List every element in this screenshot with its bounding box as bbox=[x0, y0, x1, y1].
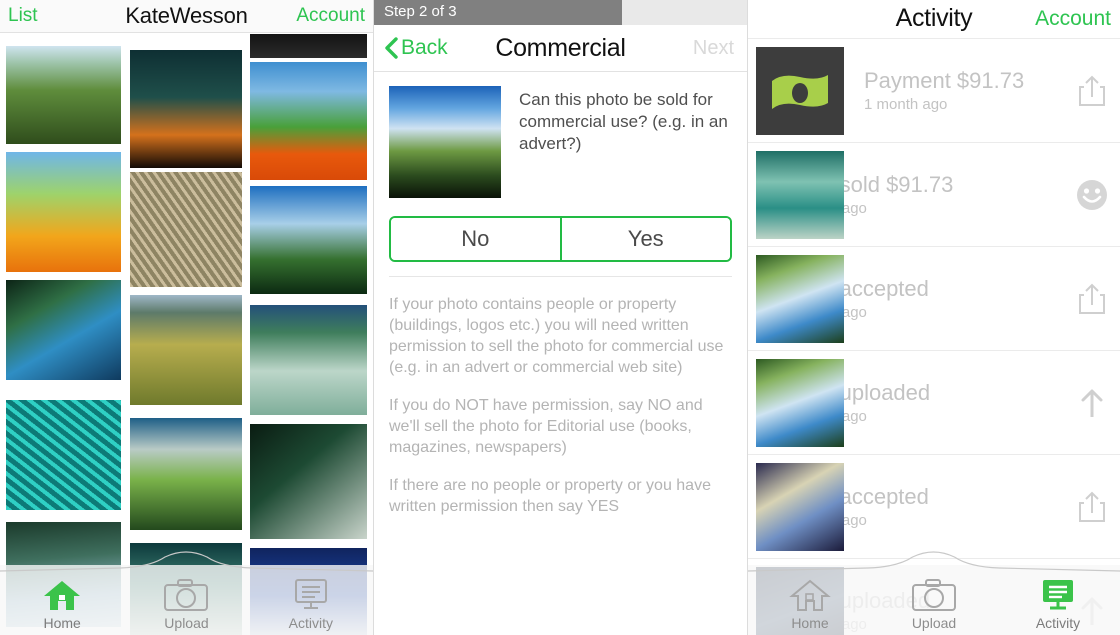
camera-icon bbox=[912, 579, 956, 611]
commercial-choice-segmented-control: No Yes bbox=[389, 216, 732, 262]
activity-header: Activity Account bbox=[748, 0, 1120, 37]
activity-list[interactable]: Payment $91.73 1 month ago Photo sold $9… bbox=[748, 38, 1120, 635]
list-item-time: 1 month ago bbox=[864, 96, 948, 113]
list-item[interactable]: Photo accepted 3 months ago bbox=[748, 246, 1120, 350]
tab-upload[interactable]: Upload bbox=[124, 565, 248, 635]
tab-label: Activity bbox=[288, 615, 333, 631]
help-paragraph: If there are no people or property or yo… bbox=[389, 477, 711, 515]
yes-button[interactable]: Yes bbox=[559, 218, 730, 260]
photo-tile[interactable] bbox=[250, 34, 367, 58]
back-button[interactable]: Back bbox=[384, 36, 448, 60]
activity-icon bbox=[294, 579, 327, 609]
form-body: Can this photo be sold for commercial us… bbox=[374, 72, 747, 517]
right-panel-activity: Activity Account Payment $91.73 1 month … bbox=[747, 0, 1120, 635]
tab-home[interactable]: Home bbox=[0, 565, 124, 635]
list-item-title: Payment $91.73 bbox=[864, 68, 1025, 93]
nav-bar: Back Commercial Next bbox=[374, 25, 747, 72]
left-tabbar: Home Upload Activity bbox=[0, 565, 373, 635]
tab-activity[interactable]: Activity bbox=[249, 565, 373, 635]
no-button[interactable]: No bbox=[391, 218, 560, 260]
photo-tile[interactable] bbox=[250, 305, 367, 415]
photo-tile[interactable] bbox=[6, 400, 121, 510]
share-icon[interactable] bbox=[1064, 74, 1120, 108]
next-button[interactable]: Next bbox=[693, 37, 734, 60]
list-item[interactable]: Photo uploaded 3 months ago bbox=[748, 350, 1120, 454]
tab-label: Activity bbox=[1035, 615, 1081, 631]
photo-tile[interactable] bbox=[250, 62, 367, 180]
home-icon bbox=[789, 579, 831, 611]
photo-thumbnail[interactable] bbox=[389, 86, 501, 198]
photo-tile[interactable] bbox=[6, 46, 121, 144]
activity-icon bbox=[1043, 580, 1073, 610]
smiley-icon[interactable] bbox=[1064, 178, 1120, 212]
share-icon[interactable] bbox=[1064, 490, 1120, 524]
step-progress-bar: Step 2 of 3 bbox=[374, 0, 747, 25]
help-paragraph: If your photo contains people or propert… bbox=[389, 296, 724, 376]
photo-thumbnail[interactable] bbox=[756, 150, 844, 239]
home-icon bbox=[44, 581, 81, 610]
step-label: Step 2 of 3 bbox=[384, 3, 457, 20]
chevron-left-icon bbox=[385, 37, 398, 59]
divider bbox=[389, 276, 732, 277]
middle-panel-commercial-form: Step 2 of 3 Back Commercial Next Can thi… bbox=[373, 0, 747, 635]
list-item-text: Payment $91.73 1 month ago bbox=[864, 68, 1064, 113]
photo-thumbnail[interactable] bbox=[756, 254, 844, 343]
list-button[interactable]: List bbox=[8, 5, 38, 27]
photo-tile[interactable] bbox=[6, 152, 121, 272]
photo-tile[interactable] bbox=[130, 50, 242, 168]
back-label: Back bbox=[401, 36, 448, 59]
list-item[interactable]: Payment $91.73 1 month ago bbox=[748, 38, 1120, 142]
photo-tile[interactable] bbox=[250, 186, 367, 294]
photo-tile[interactable] bbox=[250, 424, 367, 539]
photo-grid[interactable] bbox=[0, 0, 373, 635]
list-item[interactable]: Photo sold $91.73 2 months ago bbox=[748, 142, 1120, 246]
photo-tile[interactable] bbox=[130, 172, 242, 287]
three-panel-screenshot: List KateWesson Account Home Upload Acti… bbox=[0, 0, 1120, 635]
list-item[interactable]: Photo accepted 5 months ago bbox=[748, 454, 1120, 558]
photo-thumbnail[interactable] bbox=[756, 462, 844, 551]
photo-tile[interactable] bbox=[6, 280, 121, 380]
photo-tile[interactable] bbox=[130, 295, 242, 405]
tab-label: Upload bbox=[911, 615, 957, 631]
arrow-up-icon[interactable] bbox=[1064, 386, 1120, 420]
tab-upload[interactable]: Upload bbox=[872, 565, 996, 635]
photo-thumbnail[interactable] bbox=[756, 358, 844, 447]
photo-tile[interactable] bbox=[130, 418, 242, 530]
question-row: Can this photo be sold for commercial us… bbox=[389, 86, 732, 198]
right-tabbar: Home Upload Activity bbox=[748, 565, 1120, 635]
camera-icon bbox=[164, 579, 209, 611]
account-button[interactable]: Account bbox=[1035, 7, 1111, 31]
tab-label: Home bbox=[43, 615, 81, 631]
left-panel-photo-grid: List KateWesson Account Home Upload Acti… bbox=[0, 0, 373, 635]
account-button[interactable]: Account bbox=[296, 5, 365, 27]
tab-label: Home bbox=[791, 615, 829, 631]
share-icon[interactable] bbox=[1064, 282, 1120, 316]
tab-activity[interactable]: Activity bbox=[996, 565, 1120, 635]
tab-home[interactable]: Home bbox=[748, 565, 872, 635]
left-header: List KateWesson Account bbox=[0, 0, 373, 33]
question-text: Can this photo be sold for commercial us… bbox=[519, 90, 728, 153]
help-paragraph: If you do NOT have permission, say NO an… bbox=[389, 397, 703, 456]
money-icon bbox=[756, 46, 844, 135]
tab-label: Upload bbox=[164, 615, 209, 631]
